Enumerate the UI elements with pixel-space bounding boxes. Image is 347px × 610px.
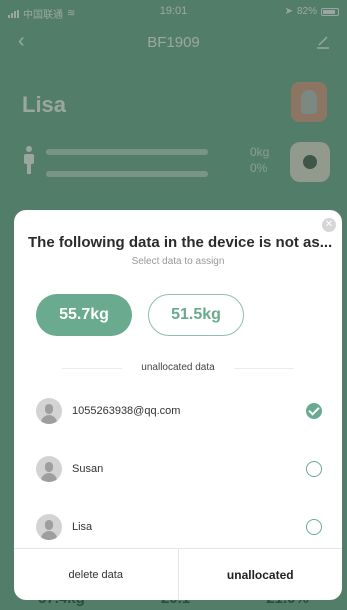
check-unselected-icon[interactable] xyxy=(306,519,322,535)
unallocated-button[interactable]: unallocated xyxy=(179,549,343,600)
user-name: Lisa xyxy=(72,521,93,533)
avatar-icon xyxy=(36,456,62,482)
user-row[interactable]: Susan xyxy=(14,440,342,498)
check-unselected-icon[interactable] xyxy=(306,461,322,477)
dialog-subtitle: Select data to assign xyxy=(131,256,225,267)
assign-data-dialog: ✕ The following data in the device is no… xyxy=(14,210,342,600)
avatar-icon xyxy=(36,514,62,540)
user-list: 1055263938@qq.com Susan Lisa xyxy=(14,382,342,556)
dialog-title: The following data in the device is not … xyxy=(28,234,333,251)
check-selected-icon[interactable] xyxy=(306,403,322,419)
dialog-footer: delete data unallocated xyxy=(14,548,342,600)
weight-option[interactable]: 51.5kg xyxy=(148,294,244,336)
close-icon[interactable]: ✕ xyxy=(322,218,336,232)
user-name: 1055263938@qq.com xyxy=(72,405,181,417)
weight-option-selected[interactable]: 55.7kg xyxy=(36,294,132,336)
delete-data-button[interactable]: delete data xyxy=(14,549,179,600)
user-row[interactable]: 1055263938@qq.com xyxy=(14,382,342,440)
section-label: unallocated data xyxy=(14,362,342,373)
weight-options: 55.7kg 51.5kg xyxy=(36,294,244,336)
user-name: Susan xyxy=(72,463,104,475)
avatar-icon xyxy=(36,398,62,424)
